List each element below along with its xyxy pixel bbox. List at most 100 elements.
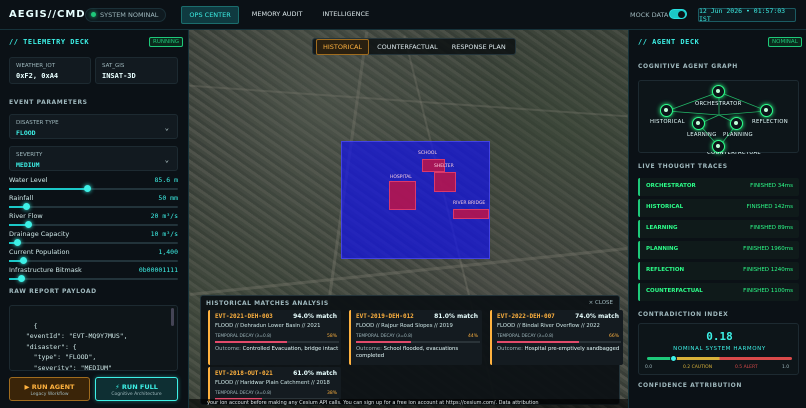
datetime-display: 12 Jun 2026 • 01:57:03 IST xyxy=(698,7,796,23)
slider-track[interactable] xyxy=(9,185,178,192)
trace-row[interactable]: LEARNING FINISHED 89ms xyxy=(638,220,799,238)
trace-status: FINISHED 142ms xyxy=(746,204,793,210)
trace-agent-name: REFLECTION xyxy=(646,267,685,273)
severity-value: MEDIUM xyxy=(16,161,40,169)
nav-tab-ops-center[interactable]: OPS CENTER xyxy=(181,5,239,24)
slider-handle[interactable] xyxy=(83,185,91,192)
node-orchestrator[interactable] xyxy=(712,85,725,98)
building-block[interactable] xyxy=(434,172,456,192)
match-outcome: Outcome: Hospital pre-emptively sandbagg… xyxy=(497,346,623,353)
match-score: 61.0% match xyxy=(293,370,337,377)
slider-handle[interactable] xyxy=(22,203,30,210)
run-full-button[interactable]: ⚡ RUN FULL Cognitive Architecture xyxy=(95,377,178,401)
match-score: 81.0% match xyxy=(434,313,478,320)
decay-bar xyxy=(497,341,621,343)
match-score: 94.0% match xyxy=(293,313,337,320)
nav-tab-intelligence[interactable]: INTELLIGENCE xyxy=(315,6,376,24)
building-block[interactable] xyxy=(389,181,416,210)
agent-deck: // AGENT DECK NOMINAL COGNITIVE AGENT GR… xyxy=(628,30,806,408)
historical-match-card[interactable]: EVT-2021-DEH-003 94.0% match FLOOD // Dehr… xyxy=(208,310,341,365)
telemetry-title: // TELEMETRY DECK xyxy=(9,38,90,46)
building-block[interactable] xyxy=(453,209,489,219)
slider-handle[interactable] xyxy=(24,221,32,228)
slider-value: 10 m³/s xyxy=(150,230,178,238)
contradiction-index-card: 0.18 NOMINAL SYSTEM HARMONY 0.0 0.2 CAUT… xyxy=(638,323,799,375)
trace-status: FINISHED 1240ms xyxy=(743,267,793,273)
historical-matches-title: HISTORICAL MATCHES ANALYSIS xyxy=(206,300,329,307)
slider-value: 0b00001111 xyxy=(138,266,178,274)
match-location: FLOOD // Bindal River Overflow // 2022 xyxy=(497,323,600,329)
harmony-label: NOMINAL SYSTEM HARMONY xyxy=(673,346,766,352)
slider-track[interactable] xyxy=(9,257,178,264)
close-button[interactable]: × CLOSE xyxy=(589,300,613,306)
run-full-label: ⚡ RUN FULL xyxy=(115,383,158,391)
historical-match-card[interactable]: EVT-2018-OUT-021 61.0% match FLOOD // Hari… xyxy=(208,367,341,403)
event-params-heading: EVENT PARAMETERS xyxy=(9,99,88,106)
run-full-sublabel: Cognitive Architecture xyxy=(111,392,162,397)
outcome-label: Outcome: xyxy=(497,346,523,352)
tab-response-plan[interactable]: RESPONSE PLAN xyxy=(446,40,512,54)
slider-value: 20 m³/s xyxy=(150,212,178,220)
slider-track[interactable] xyxy=(9,203,178,210)
scale-tick: 0.0 xyxy=(645,365,653,370)
match-location: FLOOD // Haridwar Plain Catchment // 201… xyxy=(215,380,330,386)
trace-agent-name: LEARNING xyxy=(646,225,678,231)
slider-track[interactable] xyxy=(9,275,178,282)
slider-handle[interactable] xyxy=(19,257,27,264)
slider-handle[interactable] xyxy=(14,239,22,246)
contradiction-marker xyxy=(670,355,678,362)
slider-label: Rainfall xyxy=(9,194,34,202)
decay-bar-fill xyxy=(356,341,411,343)
payload-scrollbar[interactable] xyxy=(171,308,174,326)
sat-gis-value: INSAT-3D xyxy=(102,72,136,80)
match-id: EVT-2019-DEH-012 xyxy=(356,313,414,320)
slider-track[interactable] xyxy=(9,239,178,246)
slider-track[interactable] xyxy=(9,221,178,228)
disaster-type-select[interactable]: DISASTER TYPE FLOOD ⌄ xyxy=(9,114,178,139)
historical-matches-panel: HISTORICAL MATCHES ANALYSIS × CLOSE EVT-… xyxy=(200,295,623,405)
historical-match-card[interactable]: EVT-2022-DEH-007 74.0% match FLOOD // Bind… xyxy=(490,310,623,365)
trace-row[interactable]: ORCHESTRATOR FINISHED 34ms xyxy=(638,178,799,196)
disaster-type-value: FLOOD xyxy=(16,129,36,137)
match-id: EVT-2022-DEH-007 xyxy=(497,313,555,320)
map-viewport[interactable]: HISTORICAL COUNTERFACTUAL RESPONSE PLAN … xyxy=(189,30,628,408)
slider-handle[interactable] xyxy=(17,275,25,282)
node-learning[interactable] xyxy=(692,117,705,130)
severity-select[interactable]: SEVERITY MEDIUM ⌄ xyxy=(9,146,178,171)
trace-row[interactable]: PLANNING FINISHED 1960ms xyxy=(638,241,799,259)
slider-value: 50 mm xyxy=(158,194,178,202)
scale-tick: 0.2 CAUTION xyxy=(683,365,713,370)
tab-historical[interactable]: HISTORICAL xyxy=(316,38,370,55)
match-id: EVT-2018-OUT-021 xyxy=(215,370,273,377)
decay-percent: 58% xyxy=(326,334,337,339)
tab-counterfactual[interactable]: COUNTERFACTUAL xyxy=(371,40,444,54)
contradiction-heading: CONTRADICTION INDEX xyxy=(638,311,729,318)
mock-data-toggle[interactable] xyxy=(669,9,687,19)
trace-row[interactable]: COUNTERFACTUAL FINISHED 1100ms xyxy=(638,283,799,301)
node-historical[interactable] xyxy=(660,104,673,117)
historical-match-card[interactable]: EVT-2019-DEH-012 81.0% match FLOOD // Rajp… xyxy=(349,310,482,365)
trace-agent-name: COUNTERFACTUAL xyxy=(646,288,703,294)
trace-row[interactable]: HISTORICAL FINISHED 142ms xyxy=(638,199,799,217)
trace-agent-name: ORCHESTRATOR xyxy=(646,183,696,189)
node-label-historical: HISTORICAL xyxy=(650,119,685,125)
run-agent-button[interactable]: ▶ RUN AGENT Legacy Workflow xyxy=(9,377,90,401)
trace-status: FINISHED 1960ms xyxy=(743,246,793,252)
raw-payload-editor[interactable]: { "eventId": "EVT-MQ9Y7MUS", "disaster":… xyxy=(9,305,178,371)
trace-row[interactable]: REFLECTION FINISHED 1240ms xyxy=(638,262,799,280)
flood-zone-overlay[interactable]: HOSPITAL SCHOOL RIVER BRIDGE SHELTER xyxy=(341,141,490,259)
confidence-heading: CONFIDENCE ATTRIBUTION xyxy=(638,382,742,389)
building-label: SCHOOL xyxy=(418,151,437,156)
trace-status: FINISHED 89ms xyxy=(750,225,793,231)
decay-label: TEMPORAL DECAY (λ=0.8) xyxy=(215,391,272,396)
cognitive-agent-graph: ORCHESTRATOR HISTORICAL REFLECTION LEARN… xyxy=(638,80,799,154)
disaster-type-label: DISASTER TYPE xyxy=(16,120,59,126)
node-planning[interactable] xyxy=(730,117,743,130)
nav-tab-memory-audit[interactable]: MEMORY AUDIT xyxy=(245,6,310,24)
node-label-reflection: REFLECTION xyxy=(752,119,788,125)
traces-heading: LIVE THOUGHT TRACES xyxy=(638,163,728,170)
system-status-label: SYSTEM NOMINAL xyxy=(100,10,159,19)
weather-iot-value: 0xF2, 0xA4 xyxy=(16,72,59,80)
building-label: RIVER BRIDGE xyxy=(453,201,486,206)
node-reflection[interactable] xyxy=(760,104,773,117)
